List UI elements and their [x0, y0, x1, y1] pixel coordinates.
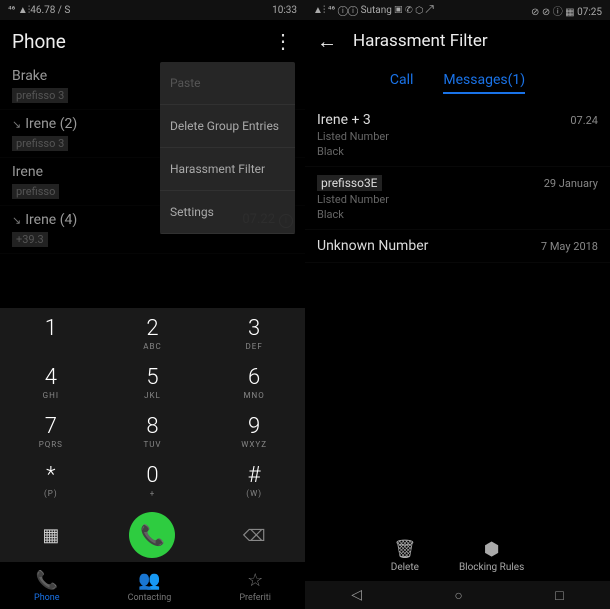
signal-info: ⁴⁶ ▲⫶46.78 / S [8, 5, 70, 16]
home-nav-icon[interactable]: ○ [454, 587, 462, 604]
contact-detail: prefisso 3 [12, 136, 68, 151]
overflow-popup-menu: Paste Delete Group Entries Harassment Fi… [160, 62, 295, 234]
filter-detail: Listed Number [317, 193, 598, 206]
key-4[interactable]: 4GHI [0, 357, 102, 406]
clock: 10:33 [272, 5, 297, 16]
menu-harassment-filter[interactable]: Harassment Filter [160, 148, 295, 191]
dial-button[interactable]: 📞 [129, 512, 175, 558]
delete-action[interactable]: 🗑Delete [391, 539, 419, 573]
key-2[interactable]: 2ABC [102, 308, 204, 357]
filter-content: Call Messages(1) Irene + 3 07.24 Listed … [305, 62, 610, 609]
phone-app-screen: ⁴⁶ ▲⫶46.78 / S 10:33 Phone ⋮ Brake prefi… [0, 0, 305, 609]
filter-contact-name: Unknown Number [317, 238, 428, 254]
dialpad-panel: 1 2ABC 3DEF 4GHI 5JKL 6MNO 7PQRS 8TUV 9W… [0, 308, 305, 609]
status-icons-left: ▲⫶ ⁴⁶ ⓘⓘ Sutang ▣ ✆ ⬡ ↗ [313, 5, 434, 16]
call-direction-icon: ↘ [12, 118, 21, 131]
filter-list-item[interactable]: prefisso3E 29 January Listed Number Blac… [305, 167, 610, 230]
filter-tabs: Call Messages(1) [305, 62, 610, 104]
filter-list-type: Black [317, 208, 598, 221]
back-nav-icon[interactable]: ◁ [351, 587, 362, 603]
android-nav-bar: ◁ ○ □ [305, 581, 610, 609]
app-title: Phone [12, 30, 66, 53]
contact-name: Irene (2) [25, 116, 77, 132]
filter-list-item[interactable]: Unknown Number 7 May 2018 [305, 230, 610, 263]
status-bar-left: ⁴⁶ ▲⫶46.78 / S 10:33 [0, 0, 305, 20]
filter-contact-name: prefisso3E [317, 175, 382, 191]
bottom-tab-bar: 📞Phone 👥Contacting ☆Preferiti [0, 562, 305, 609]
filter-list-type: Black [317, 145, 598, 158]
filter-time: 07.24 [570, 114, 598, 127]
menu-paste: Paste [160, 62, 295, 105]
key-6[interactable]: 6MNO [203, 357, 305, 406]
phone-header: Phone ⋮ [0, 20, 305, 62]
filter-title: Harassment Filter [353, 31, 488, 51]
tab-call[interactable]: Call [390, 72, 414, 94]
key-3[interactable]: 3DEF [203, 308, 305, 357]
key-8[interactable]: 8TUV [102, 406, 204, 455]
bottom-action-bar: 🗑Delete ⬢Blocking Rules [305, 531, 610, 581]
trash-icon: 🗑 [391, 539, 419, 560]
apps-grid-icon[interactable]: ▦ [0, 525, 102, 546]
menu-delete-group[interactable]: Delete Group Entries [160, 105, 295, 148]
key-5[interactable]: 5JKL [102, 357, 204, 406]
filter-time: 7 May 2018 [541, 240, 598, 253]
star-icon: ☆ [239, 570, 271, 591]
key-star[interactable]: *(P) [0, 455, 102, 504]
back-arrow-icon[interactable]: ← [317, 29, 337, 54]
filter-detail: Listed Number [317, 130, 598, 143]
call-log-content: Brake prefisso 3 ↘Irene (2) prefisso 3 I… [0, 62, 305, 609]
tab-contacts[interactable]: 👥Contacting [128, 570, 172, 603]
backspace-icon[interactable]: ⌫ [203, 526, 305, 545]
dialpad-grid: 1 2ABC 3DEF 4GHI 5JKL 6MNO 7PQRS 8TUV 9W… [0, 308, 305, 504]
filter-header: ← Harassment Filter [305, 20, 610, 62]
contacts-icon: 👥 [128, 570, 172, 591]
phone-icon: 📞 [34, 570, 60, 591]
dialpad-action-row: ▦ 📞 ⌫ [0, 504, 305, 562]
filter-time: 29 January [544, 177, 598, 190]
tab-favorites[interactable]: ☆Preferiti [239, 570, 271, 603]
tab-messages[interactable]: Messages(1) [443, 72, 525, 94]
status-icons-right: ⊘ ⊘ ⓘ ▦ 07:25 [531, 3, 602, 18]
key-hash[interactable]: #(W) [203, 455, 305, 504]
menu-settings[interactable]: Settings [160, 191, 295, 234]
overflow-menu-icon[interactable]: ⋮ [273, 29, 293, 53]
call-direction-icon: ↘ [12, 214, 21, 227]
filter-list-item[interactable]: Irene + 3 07.24 Listed Number Black [305, 104, 610, 167]
contact-name: Irene (4) [25, 212, 77, 228]
recent-nav-icon[interactable]: □ [555, 587, 563, 604]
key-1[interactable]: 1 [0, 308, 102, 357]
contact-detail: prefisso [12, 184, 59, 199]
status-bar-right: ▲⫶ ⁴⁶ ⓘⓘ Sutang ▣ ✆ ⬡ ↗ ⊘ ⊘ ⓘ ▦ 07:25 [305, 0, 610, 20]
filter-contact-name: Irene + 3 [317, 112, 371, 128]
contact-detail: prefisso 3 [12, 88, 68, 103]
key-9[interactable]: 9WXYZ [203, 406, 305, 455]
key-0[interactable]: 0+ [102, 455, 204, 504]
harassment-filter-screen: ▲⫶ ⁴⁶ ⓘⓘ Sutang ▣ ✆ ⬡ ↗ ⊘ ⊘ ⓘ ▦ 07:25 ← … [305, 0, 610, 609]
blocking-rules-action[interactable]: ⬢Blocking Rules [459, 539, 524, 573]
key-7[interactable]: 7PQRS [0, 406, 102, 455]
shield-icon: ⬢ [459, 539, 524, 560]
tab-phone[interactable]: 📞Phone [34, 570, 60, 603]
contact-detail: +39.3 [12, 232, 48, 247]
